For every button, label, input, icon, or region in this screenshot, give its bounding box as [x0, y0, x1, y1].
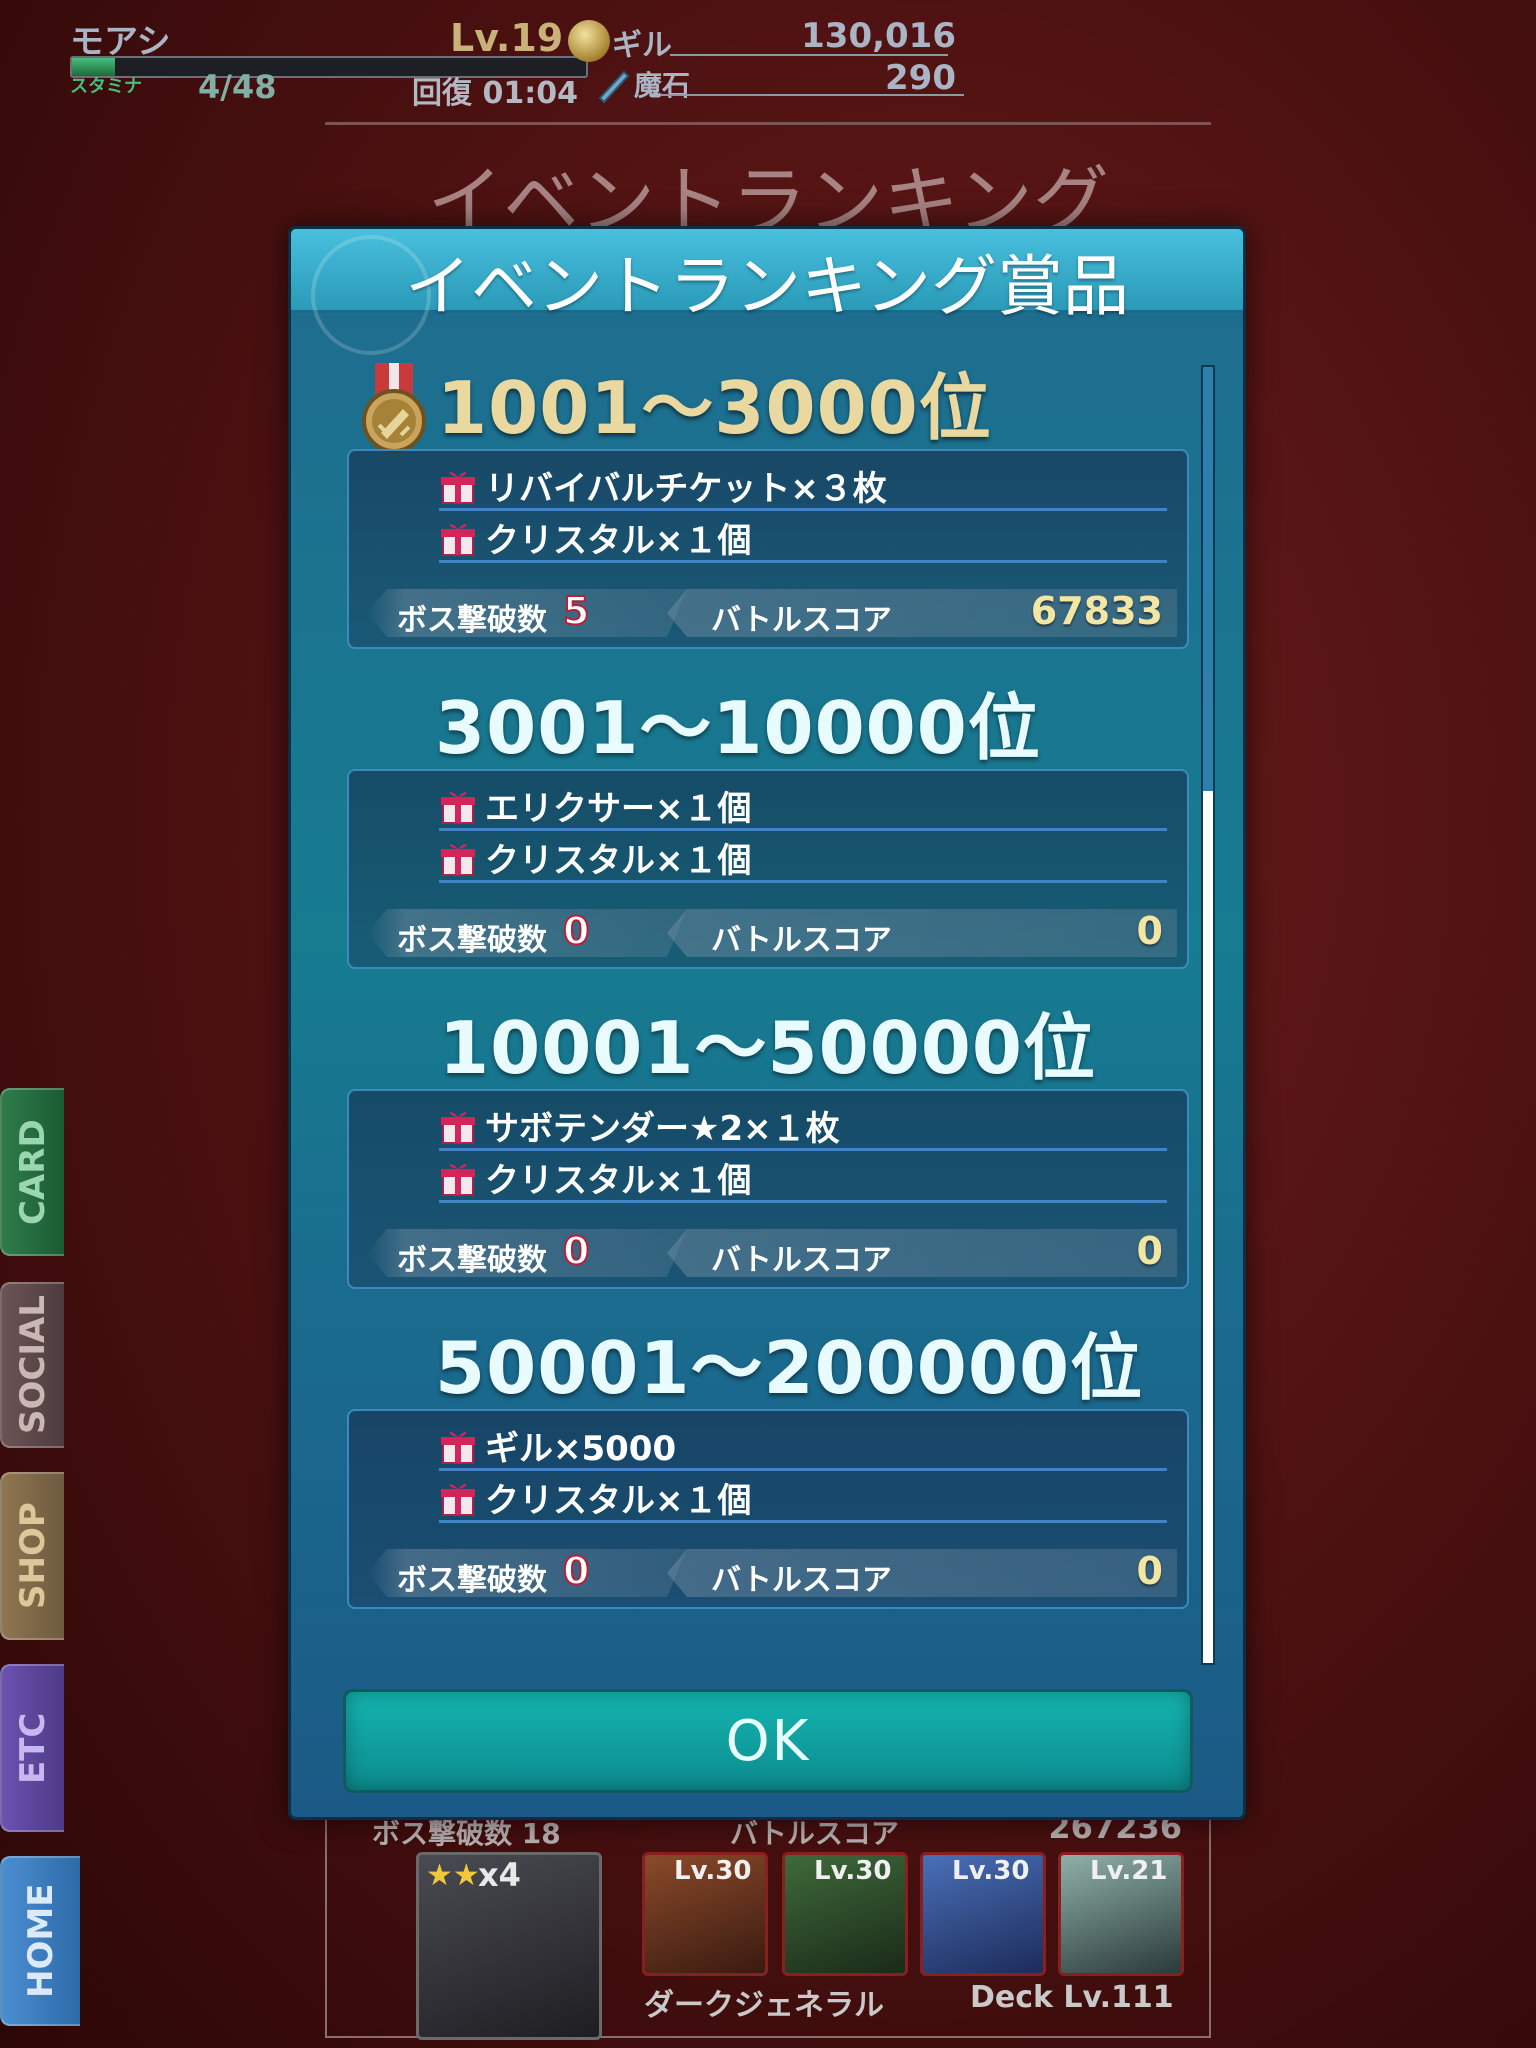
prize-row: リバイバルチケット×３枚 [439, 463, 1167, 511]
tier-4-prize-box: ギル×5000 クリスタル×１個 ボス撃破数 0 バトルスコア 0 [347, 1409, 1189, 1609]
prize-text: エリクサー×１個 [485, 789, 752, 829]
tab-social[interactable]: SOCIAL [0, 1282, 64, 1448]
prize-text: クリスタル×１個 [485, 1161, 752, 1201]
battle-score-value: 67833 [1030, 589, 1163, 633]
magic-stone-icon [598, 70, 630, 104]
prize-row: サボテンダー★2×１枚 [439, 1103, 1167, 1151]
modal-title: イベントランキング賞品 [404, 248, 1130, 325]
prize-text: クリスタル×１個 [485, 1481, 752, 1521]
boss-count-label: ボス撃破数 [397, 1243, 547, 1278]
stamina-recover-timer: 回復 01:04 [412, 76, 578, 111]
gift-icon [441, 1111, 475, 1144]
deck-level: Deck Lv.111 [970, 1980, 1174, 2015]
boss-count-value: 0 [562, 1228, 590, 1274]
party-card-4-level: Lv.21 [1090, 1856, 1168, 1886]
boss-count-label: ボス撃破数 [397, 603, 547, 638]
gil-value: 130,016 [801, 16, 956, 56]
gil-coin-icon [568, 20, 610, 62]
prize-text: クリスタル×１個 [485, 841, 752, 881]
gil-label: ギル [612, 28, 672, 63]
boss-count-label: ボス撃破数 [397, 1563, 547, 1598]
prize-row: クリスタル×１個 [439, 515, 1167, 563]
battle-score-value: 0 [1136, 909, 1163, 953]
ok-button[interactable]: OK [343, 1689, 1193, 1793]
boss-count-label: ボス撃破数 [397, 923, 547, 958]
tier-2-prize-box: エリクサー×１個 クリスタル×１個 ボス撃破数 0 バトルスコア 0 [347, 769, 1189, 969]
gift-icon [441, 1431, 475, 1464]
header-divider [325, 122, 1211, 125]
tab-etc[interactable]: ETC [0, 1664, 64, 1832]
tier-3-range: 10001〜50000位 [439, 1006, 1096, 1090]
prize-text: リバイバルチケット×３枚 [485, 469, 887, 509]
gift-icon [441, 791, 475, 824]
boss-count-value: 0 [562, 908, 590, 954]
prize-row: エリクサー×１個 [439, 783, 1167, 831]
scrollbar-thumb[interactable] [1203, 367, 1213, 791]
leader-stars-icon: ★★ [426, 1858, 480, 1893]
gift-icon [441, 471, 475, 504]
battle-score-value: 0 [1136, 1549, 1163, 1593]
tier-2-range: 3001〜10000位 [435, 686, 1041, 770]
tier-1-prize-box: リバイバルチケット×３枚 クリスタル×１個 ボス撃破数 5 バトルスコア 678… [347, 449, 1189, 649]
prize-list-scrollbar[interactable] [1201, 365, 1215, 1665]
prize-text: クリスタル×１個 [485, 521, 752, 561]
battle-score-label: バトルスコア [711, 603, 892, 638]
stamina-value: 4/48 [198, 68, 277, 106]
tier-3-prize-box: サボテンダー★2×１枚 クリスタル×１個 ボス撃破数 0 バトルスコア 0 [347, 1089, 1189, 1289]
magic-stone-value: 290 [885, 58, 956, 98]
player-level: Lv.19 [450, 16, 564, 60]
battle-score-label: バトルスコア [711, 1563, 892, 1598]
party-card-1-level: Lv.30 [674, 1856, 752, 1886]
deck-name: ダークジェネラル [644, 1988, 884, 2023]
prize-text: ギル×5000 [485, 1429, 677, 1469]
stamina-label: スタミナ [70, 76, 142, 97]
prize-row: ギル×5000 [439, 1423, 1167, 1471]
modal-header: イベントランキング賞品 [291, 229, 1243, 355]
ok-button-label: OK [725, 1708, 811, 1774]
prize-text: サボテンダー★2×１枚 [485, 1109, 840, 1149]
gift-icon [441, 843, 475, 876]
gift-icon [441, 523, 475, 556]
prize-row: クリスタル×１個 [439, 1155, 1167, 1203]
boss-count-value: 5 [562, 588, 590, 634]
party-card-2-level: Lv.30 [814, 1856, 892, 1886]
gift-icon [441, 1163, 475, 1196]
rank-medal-icon [362, 363, 426, 453]
gift-icon [441, 1483, 475, 1516]
party-card-3-level: Lv.30 [952, 1856, 1030, 1886]
leader-multiplier: x4 [478, 1856, 521, 1894]
magic-stone-label: 魔石 [634, 69, 691, 102]
tab-shop[interactable]: SHOP [0, 1472, 64, 1640]
tab-home[interactable]: HOME [0, 1856, 80, 2026]
tier-4-range: 50001〜200000位 [435, 1326, 1144, 1410]
prize-row: クリスタル×１個 [439, 1475, 1167, 1523]
boss-count-value: 0 [562, 1548, 590, 1594]
gil-underline [670, 54, 948, 56]
ranking-prize-modal: イベントランキング賞品 1001〜3000位 リバイバルチケット×３枚 クリスタ… [288, 226, 1246, 1820]
magic-stone-underline [660, 94, 964, 96]
battle-score-label: バトルスコア [711, 923, 892, 958]
battle-score-label: バトルスコア [711, 1243, 892, 1278]
tab-card[interactable]: CARD [0, 1088, 64, 1256]
prize-row: クリスタル×１個 [439, 835, 1167, 883]
tier-1-range: 1001〜3000位 [437, 366, 992, 450]
battle-score-value: 0 [1136, 1229, 1163, 1273]
